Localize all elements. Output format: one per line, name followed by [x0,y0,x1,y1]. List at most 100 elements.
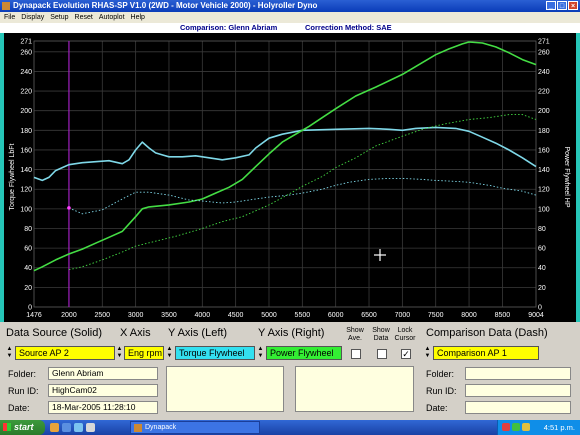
right-accent-strip [576,33,580,322]
close-button[interactable]: × [568,1,578,10]
x-tick-label: 2000 [61,312,77,319]
y-right-tick-label: 180 [538,128,550,135]
date-field[interactable]: 18-Mar-2005 11:28:10 [48,401,158,414]
x-axis-spinner-icon[interactable]: ▲ ▼ [116,346,123,360]
menu-help[interactable]: Help [131,12,145,23]
chart-background [4,33,576,322]
y-left-tick-label: 220 [20,89,32,96]
menu-setup[interactable]: Setup [50,12,68,23]
check-mark-icon: ✓ [402,349,410,359]
tray-network-icon[interactable] [512,423,520,431]
start-label: start [14,422,34,432]
source-spinner-icon[interactable]: ▲ ▼ [6,346,13,360]
tray-alert-icon[interactable] [502,423,510,431]
comparison-folder-label: Folder: [426,369,455,379]
comparison-date-field[interactable] [465,401,571,414]
y-right-tick-label: 200 [538,108,550,115]
comparison-select[interactable]: Comparison AP 1 [433,346,539,360]
menu-file[interactable]: File [4,12,15,23]
comparison-folder-field[interactable] [465,367,571,380]
y-left-tick-label: 20 [24,285,32,292]
y-right-select[interactable]: Power Flywheel [266,346,342,360]
x-tick-label: 8500 [495,312,511,319]
run-id-field[interactable]: HighCam02 [48,384,158,397]
show-data-checkbox[interactable] [377,349,387,359]
x-tick-label: 3000 [128,312,144,319]
dyno-chart[interactable]: 0 0 20 20 40 40 60 60 80 80 100 100 120 120 140 140 160 1… [4,33,576,322]
maximize-button[interactable]: □ [557,1,567,10]
y-axis-left-label: Torque Flywheel LbFt [9,143,16,210]
x-tick-label: 4000 [195,312,211,319]
comparison-header: Comparison Data (Dash) [426,327,548,339]
y-right-tick-label: 271 [538,39,550,46]
menu-bar: File Display Setup Reset Autoplot Help [0,12,580,23]
correction-info: Correction Method: SAE [305,23,392,32]
data-source-header: Data Source (Solid) [6,327,102,339]
y-left-tick-label: 240 [20,69,32,76]
x-axis-header: X Axis [120,327,151,339]
show-ave-label: Show Ave. [346,327,364,342]
tray-volume-icon[interactable] [522,423,530,431]
y-left-tick-label: 60 [24,246,32,253]
system-tray: 4:51 p.m. [497,420,580,435]
y-left-tick-label: 260 [20,49,32,56]
y-right-info-box [295,366,414,412]
x-tick-label: 7000 [395,312,411,319]
minimize-button[interactable]: _ [546,1,556,10]
y-axis-right-label: Power Flywheel HP [563,146,570,207]
y-left-tick-label: 200 [20,108,32,115]
taskbar-item-dynapack[interactable]: Dynapack [130,421,260,434]
y-left-tick-label: 100 [20,206,32,213]
y-left-tick-label: 40 [24,265,32,272]
y-right-tick-label: 240 [538,69,550,76]
cursor-marker [67,206,71,210]
menu-display[interactable]: Display [21,12,44,23]
window-controls: _ □ × [546,1,578,10]
x-tick-label: 9004 [528,312,544,319]
x-axis-select[interactable]: Eng rpm [124,346,164,360]
quicklaunch-folder-icon[interactable] [86,423,95,432]
y-right-tick-label: 120 [538,187,550,194]
show-ave-checkbox[interactable] [351,349,361,359]
y-left-tick-label: 0 [28,305,32,312]
info-bar: Comparison: Glenn Abriam Correction Meth… [0,23,580,33]
quicklaunch-media-icon[interactable] [62,423,71,432]
show-data-label: Show Data [372,327,390,342]
quicklaunch-desktop-icon[interactable] [74,423,83,432]
start-button[interactable]: start [0,420,45,435]
y-left-tick-label: 120 [20,187,32,194]
x-tick-label: 8000 [461,312,477,319]
y-left-spinner-icon[interactable]: ▲ ▼ [166,346,173,360]
y-left-tick-label: 160 [20,147,32,154]
y-right-tick-label: 0 [538,305,542,312]
x-tick-label: 3500 [161,312,177,319]
y-right-tick-label: 260 [538,49,550,56]
x-tick-label: 7500 [428,312,444,319]
y-left-tick-label: 80 [24,226,32,233]
window-title: Dynapack Evolution RHAS-SP V1.0 (2WD - M… [13,1,318,10]
windows-logo-icon [3,423,11,431]
lock-cursor-label: Lock Cursor [394,327,416,342]
comparison-spinner-icon[interactable]: ▲ ▼ [424,346,431,360]
x-tick-label: 5500 [295,312,311,319]
y-left-select[interactable]: Torque Flywheel [175,346,255,360]
x-tick-label: 6500 [361,312,377,319]
clock: 4:51 p.m. [543,423,575,432]
lock-cursor-checkbox[interactable]: ✓ [401,349,411,359]
x-tick-label: 1476 [26,312,42,319]
comparison-date-label: Date: [426,403,448,413]
source-select[interactable]: Source AP 2 [15,346,115,360]
x-tick-label: 4500 [228,312,244,319]
y-left-info-box [166,366,284,412]
app-icon [2,2,10,10]
y-right-spinner-icon[interactable]: ▲ ▼ [257,346,264,360]
quicklaunch-browser-icon[interactable] [50,423,59,432]
y-right-tick-label: 100 [538,206,550,213]
folder-field[interactable]: Glenn Abriam [48,367,158,380]
y-axis-left-header: Y Axis (Left) [168,327,228,339]
menu-reset[interactable]: Reset [75,12,93,23]
y-left-tick-label: 271 [20,39,32,46]
comparison-run-id-field[interactable] [465,384,571,397]
taskbar: start Dynapack 4:51 p.m. [0,420,580,435]
menu-autoplot[interactable]: Autoplot [99,12,125,23]
